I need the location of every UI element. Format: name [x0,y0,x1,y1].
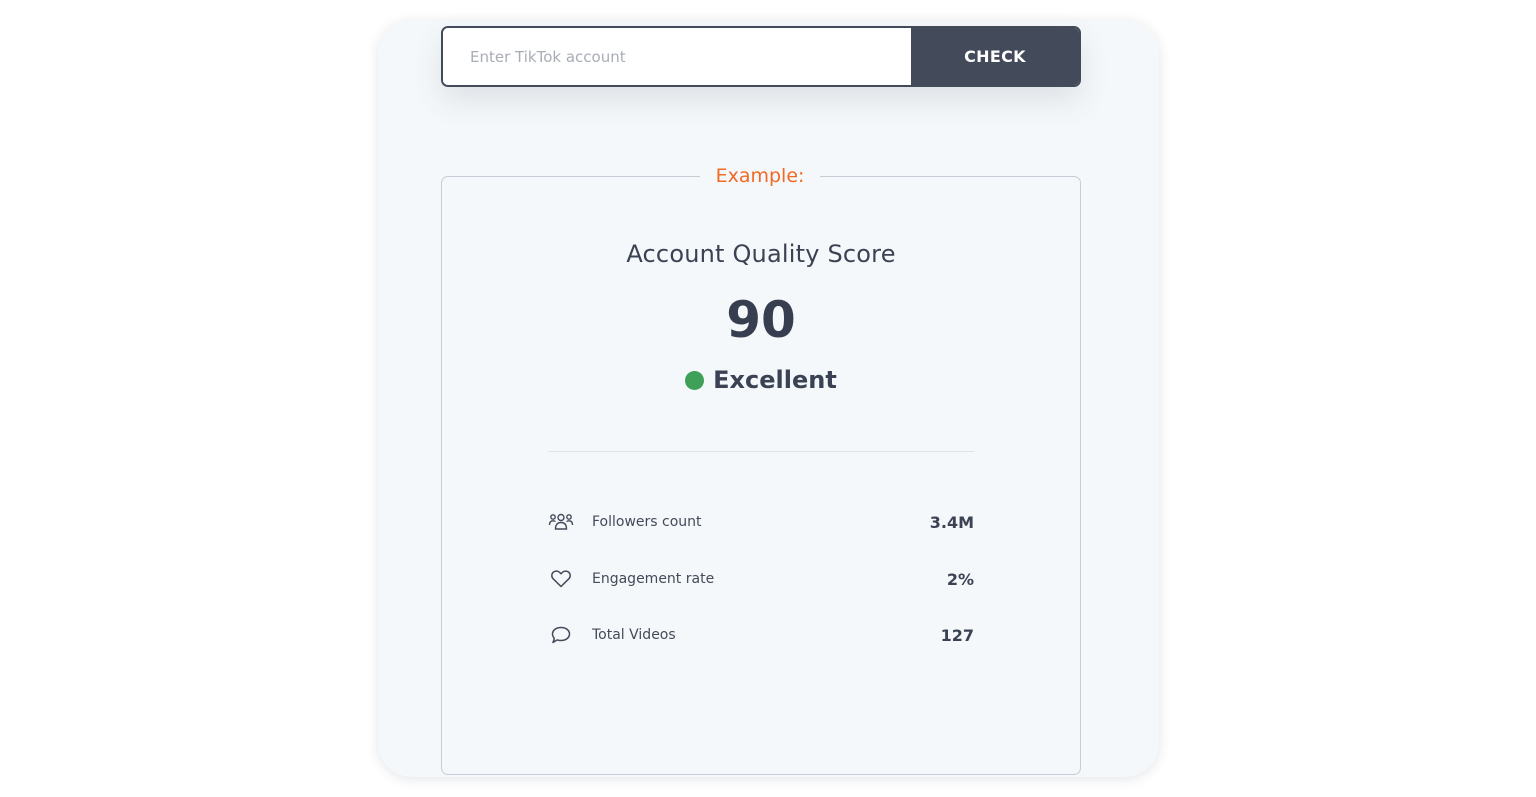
stat-label: Engagement rate [592,571,715,587]
rating-badge: Excellent [441,366,1081,394]
stat-row-followers: Followers count 3.4M [548,510,974,534]
heart-icon [548,567,574,591]
stat-value: 2% [946,569,974,589]
stat-label: Followers count [592,514,702,530]
rating-status-dot [685,370,705,390]
stat-row-engagement: Engagement rate 2% [548,567,974,591]
score-value: 90 [726,291,796,349]
account-search-bar: CHECK [441,26,1081,87]
tiktok-account-input[interactable] [443,28,911,85]
divider [548,451,974,452]
stat-value: 3.4M [929,512,974,532]
followers-icon [548,510,574,534]
example-label: Example: [700,163,820,189]
score-title: Account Quality Score [626,240,896,268]
rating-label: Excellent [713,366,837,394]
stat-value: 127 [940,625,974,645]
check-button[interactable]: CHECK [911,28,1079,85]
comment-icon [548,623,574,647]
stat-label: Total Videos [592,627,676,643]
stat-row-videos: Total Videos 127 [548,623,974,647]
